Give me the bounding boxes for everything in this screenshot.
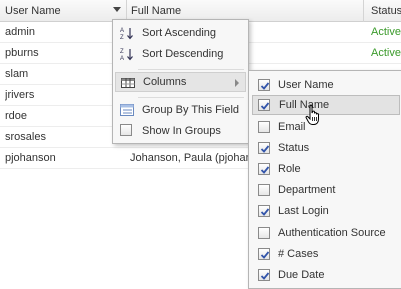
check-icon: [260, 82, 270, 90]
column-option-label: Due Date: [278, 269, 325, 281]
cell-status: Active: [371, 47, 401, 59]
group-by-icon: [120, 104, 134, 116]
sort-descending-item[interactable]: Z A Sort Descending: [115, 44, 246, 64]
cell-status: Active: [371, 26, 401, 38]
columns-submenu: User Name Full Name Email Status Role De…: [248, 70, 401, 289]
cell-full-name: Johanson, Paula (pjohanson): [130, 152, 250, 164]
column-checkbox[interactable]: [258, 227, 270, 239]
sort-descending-label: Sort Descending: [142, 48, 224, 60]
cell-user-name: pburns: [5, 47, 39, 59]
check-icon: [260, 251, 270, 259]
cell-user-name: admin: [5, 26, 35, 38]
svg-text:Z: Z: [120, 49, 124, 55]
cell-user-name: slam: [5, 68, 29, 80]
column-checkbox[interactable]: [258, 163, 270, 175]
check-icon: [260, 102, 270, 110]
column-option-status[interactable]: Status: [252, 138, 400, 158]
column-option-department[interactable]: Department: [252, 180, 400, 200]
column-option-full-name[interactable]: Full Name: [252, 95, 400, 115]
menu-divider: [138, 69, 244, 70]
sort-descending-icon: Z A: [120, 49, 133, 61]
columns-item[interactable]: Columns: [115, 72, 246, 92]
column-checkbox[interactable]: [258, 248, 270, 260]
check-icon: [260, 145, 270, 153]
show-in-groups-checkbox[interactable]: [120, 124, 132, 136]
columns-icon: [121, 78, 135, 88]
column-option-role[interactable]: Role: [252, 159, 400, 179]
column-option-label: Department: [278, 184, 336, 196]
submenu-arrow-icon: [235, 79, 239, 87]
column-context-menu: A Z Sort Ascending Z A Sort Descending C…: [112, 19, 249, 144]
columns-label: Columns: [143, 76, 187, 88]
group-by-field-label: Group By This Field: [142, 104, 240, 116]
column-option-authentication-source[interactable]: Authentication Source: [252, 223, 400, 243]
column-checkbox[interactable]: [258, 205, 270, 217]
svg-text:A: A: [120, 28, 124, 34]
column-checkbox[interactable]: [258, 99, 270, 111]
column-option-user-name[interactable]: User Name: [252, 75, 400, 95]
cell-user-name: srosales: [5, 131, 46, 143]
cell-user-name: jrivers: [5, 89, 35, 101]
column-checkbox[interactable]: [258, 269, 270, 281]
svg-text:Z: Z: [120, 35, 124, 40]
column-checkbox[interactable]: [258, 184, 270, 196]
column-menu-trigger-icon[interactable]: [113, 7, 121, 12]
column-option-label: Authentication Source: [278, 227, 386, 239]
cell-user-name: pjohanson: [5, 152, 56, 164]
column-option-label: Last Login: [278, 205, 329, 217]
show-in-groups-item[interactable]: Show In Groups: [115, 121, 246, 141]
check-icon: [260, 208, 270, 216]
sort-ascending-icon: A Z: [120, 28, 133, 40]
check-icon: [260, 272, 270, 280]
column-checkbox[interactable]: [258, 121, 270, 133]
column-header-status[interactable]: Status: [364, 0, 401, 22]
column-option-last-login[interactable]: Last Login: [252, 201, 400, 221]
column-option-due-date[interactable]: Due Date: [252, 265, 400, 285]
check-icon: [260, 166, 270, 174]
column-option-label: Status: [278, 142, 310, 154]
hand-pointer-cursor-icon: [305, 105, 319, 125]
show-in-groups-label: Show In Groups: [142, 125, 221, 137]
sort-ascending-label: Sort Ascending: [142, 27, 216, 39]
column-option-email[interactable]: Email: [252, 117, 400, 137]
column-checkbox[interactable]: [258, 79, 270, 91]
column-header-user-name[interactable]: User Name: [0, 0, 127, 22]
column-option-label: # Cases: [278, 248, 319, 260]
column-option-label: Email: [278, 121, 306, 133]
svg-text:A: A: [120, 56, 124, 61]
column-option-label: Role: [278, 163, 301, 175]
group-by-field-item[interactable]: Group By This Field: [115, 100, 246, 120]
column-option-cases[interactable]: # Cases: [252, 244, 400, 264]
sort-ascending-item[interactable]: A Z Sort Ascending: [115, 23, 246, 43]
column-checkbox[interactable]: [258, 142, 270, 154]
column-option-label: User Name: [278, 79, 334, 91]
menu-divider: [138, 97, 244, 98]
cell-user-name: rdoe: [5, 110, 28, 122]
